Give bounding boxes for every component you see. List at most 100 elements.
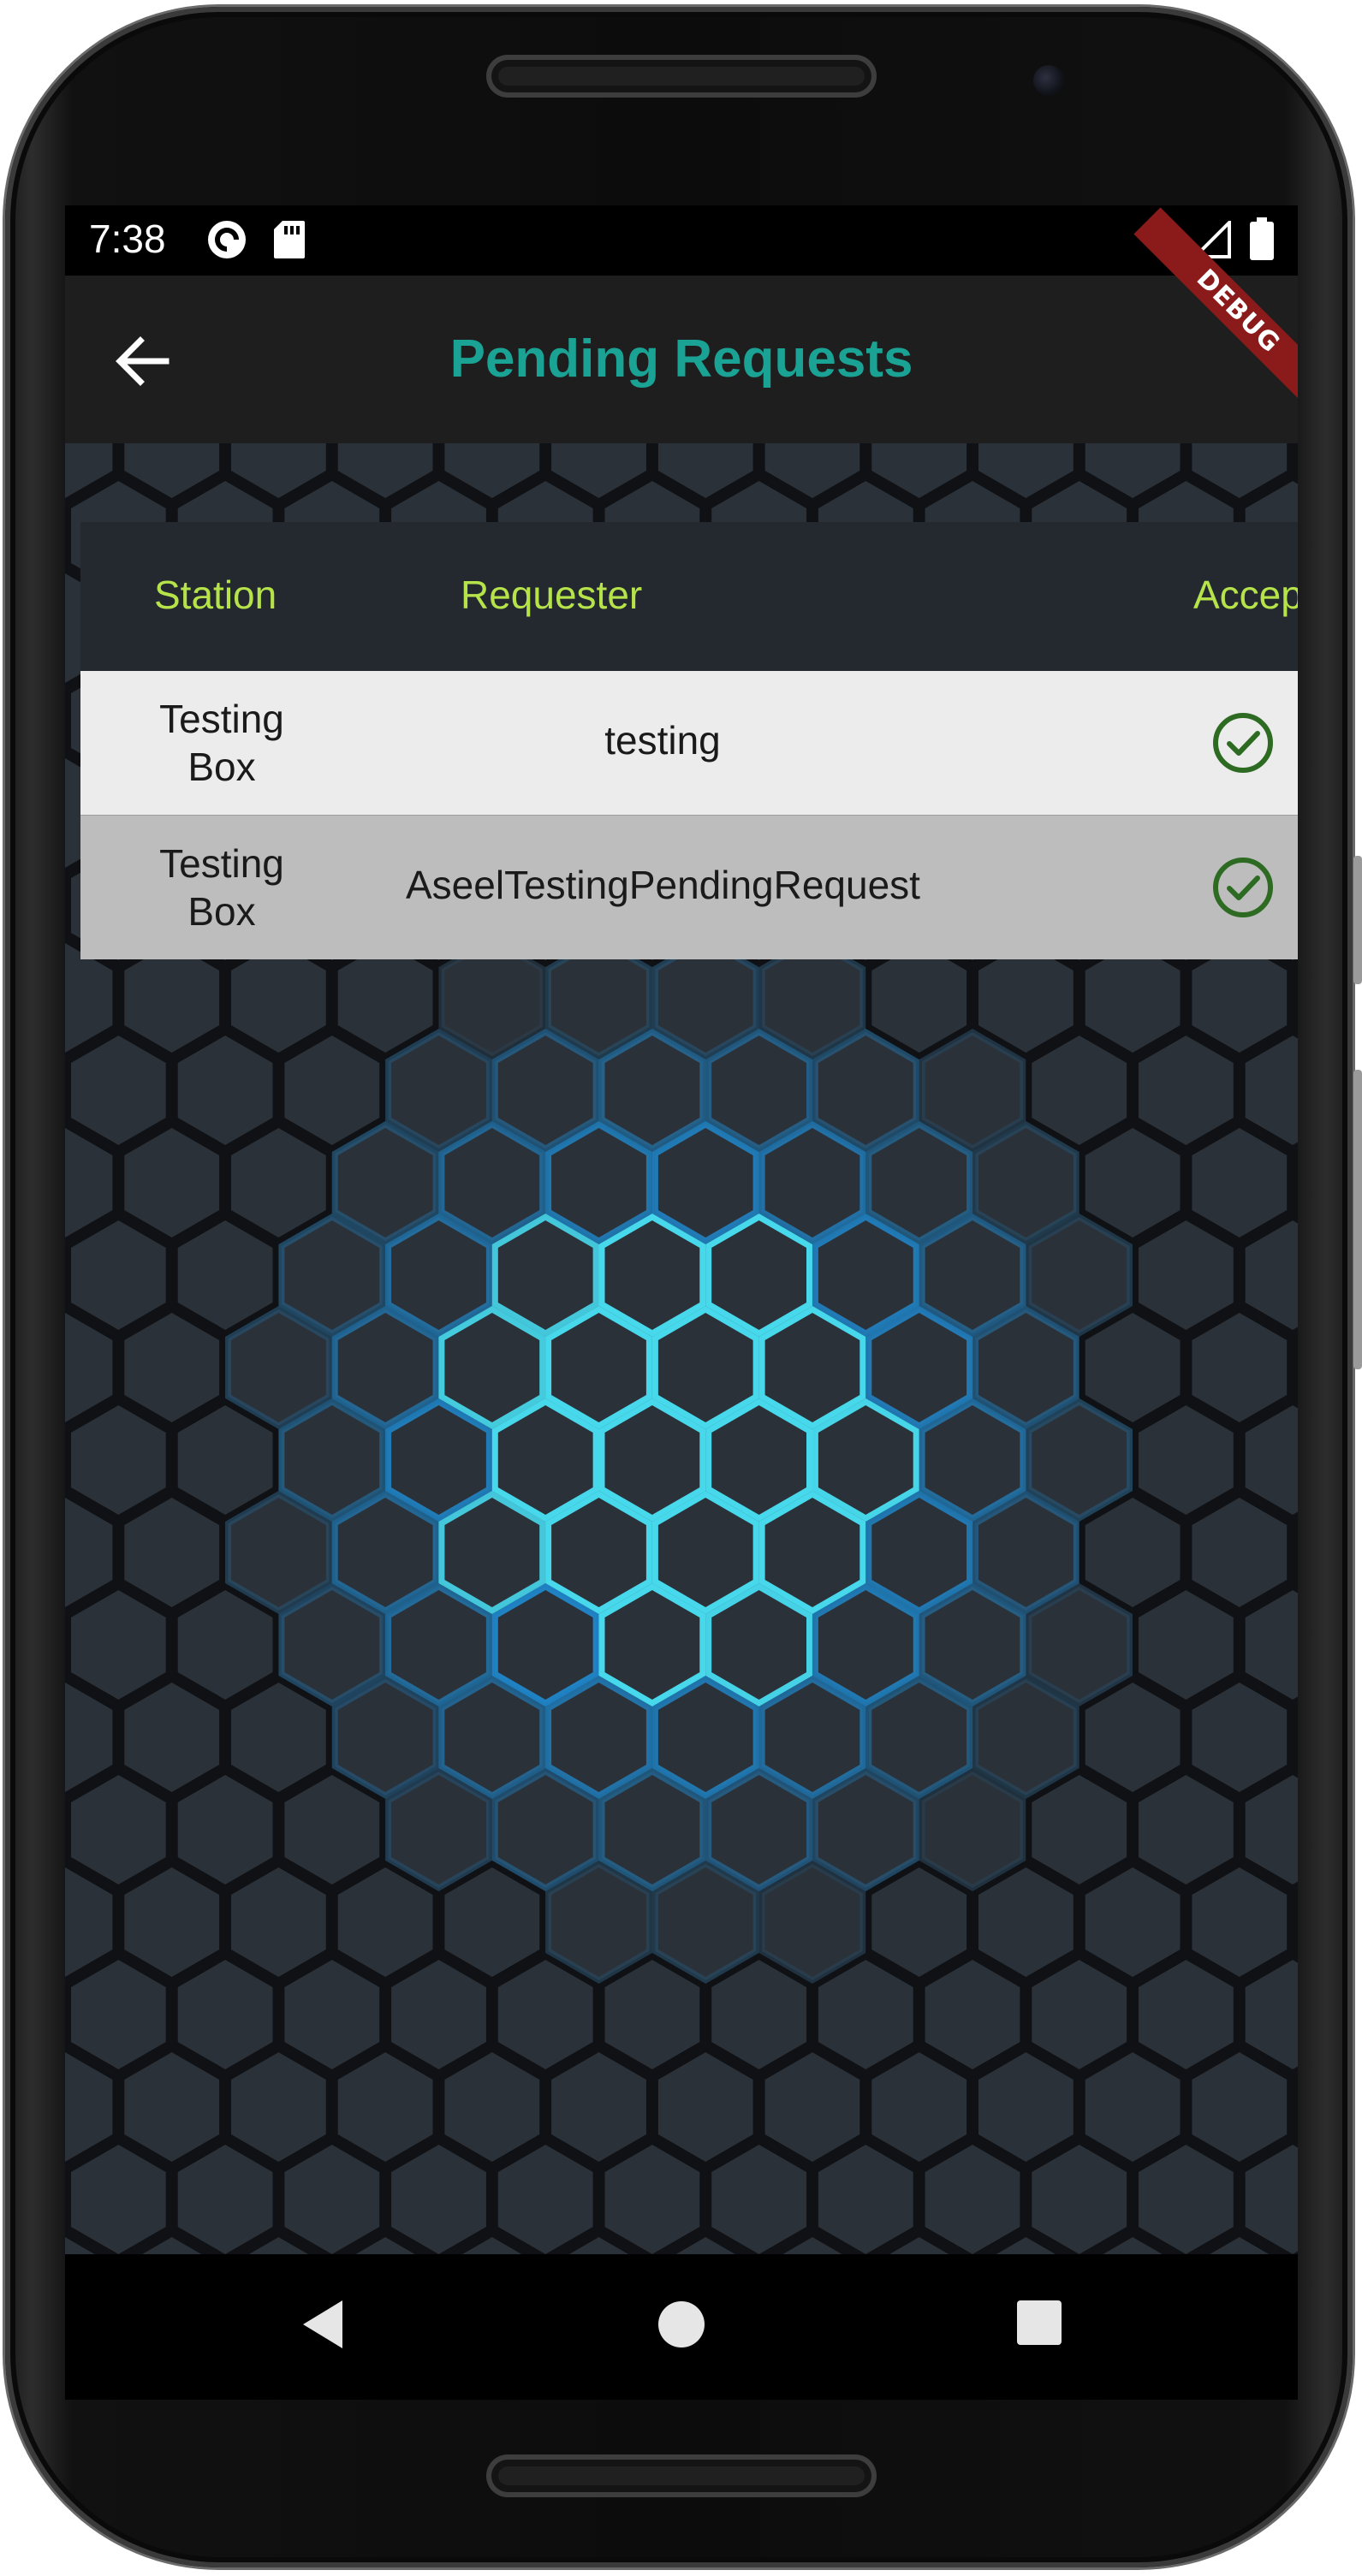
check-circle-icon [1213,713,1273,773]
hexagon-tile [225,1120,332,1245]
hexagon-tile [278,1582,386,1707]
hexagon-tile [118,1490,226,1615]
hexagon-tile [1186,1120,1294,1245]
hexagon-tile [812,1767,919,1892]
hexagon-tile [491,1398,599,1522]
hexagon-tile [331,1120,439,1245]
hexagon-tile [598,1213,706,1338]
station-cell: Testing Box [115,840,329,935]
phone-frame: 7:38 Pending Requests DEBUG Station Requ… [0,0,1362,2576]
hexagon-tile [865,1490,973,1615]
hexagon-tile [1026,1582,1133,1707]
hexagon-tile [385,1952,492,2077]
table-row: Testing Box testing [80,671,1298,815]
hexagon-tile [1079,1675,1187,1800]
hexagon-tile [278,1213,386,1338]
hexagon-tile [705,1398,812,1522]
requester-cell: AseelTestingPendingRequest [406,863,920,907]
hexagon-tile [865,1305,973,1430]
hexagon-tile [491,2137,599,2254]
hexagon-tile [491,1028,599,1153]
hexagon-tile [1079,1490,1187,1615]
station-line-2: Box [187,745,256,789]
hexagon-tile [598,1582,706,1707]
hexagon-tile [438,1305,546,1430]
hexagon-tile [491,1952,599,2077]
status-time: 7:38 [89,217,166,261]
hexagon-tile [385,1213,492,1338]
column-header-requester: Requester [461,573,643,617]
navigation-bar [65,2254,1298,2400]
hexagon-tile [545,1860,652,1985]
home-circle-icon[interactable] [656,2297,707,2352]
hexagon-tile [545,1120,652,1245]
bottom-speaker [486,2454,877,2497]
hexagon-tile [278,1398,386,1522]
hexagon-tile [171,2137,279,2254]
hexagon-tile [1133,1213,1240,1338]
hexagon-tile [65,2137,172,2254]
hexagon-tile [812,1028,919,1153]
hexagon-tile [171,1398,279,1522]
hexagon-tile [225,2045,332,2169]
hexagon-tile [865,1860,973,1985]
hexagon-tile [171,1028,279,1153]
hexagon-tile [1133,1398,1240,1522]
hexagon-tile [919,2137,1026,2254]
hexagon-tile [812,1582,919,1707]
hexagon-tile [385,1398,492,1522]
hexagon-tile [225,1305,332,1430]
hexagon-tile [331,2045,439,2169]
table-header: Station Requester Accept [80,522,1298,671]
recents-square-icon[interactable] [1015,2299,1063,2350]
hexagon-tile [225,1675,332,1800]
hexagon-tile [65,1398,172,1522]
hexagon-tile [598,1952,706,2077]
status-bar: 7:38 [65,205,1298,276]
hexagon-tile [972,1305,1079,1430]
app-bar: Pending Requests DEBUG [65,207,1298,443]
hexagon-tile [705,1213,812,1338]
hexagon-tile [438,1490,546,1615]
hexagon-tile [118,1120,226,1245]
hexagon-tile [1079,1860,1187,1985]
hexagon-tile [65,1582,172,1707]
hexagon-tile [651,1120,759,1245]
hexagon-tile [491,1582,599,1707]
hexagon-tile [331,1305,439,1430]
hexagon-tile [438,1860,546,1985]
requester-cell: testing [604,718,721,763]
hexagon-tile [1186,1490,1294,1615]
top-speaker [486,55,877,98]
column-header-station: Station [154,573,277,617]
hexagon-tile [972,2045,1079,2169]
hexagon-tile [1186,1860,1294,1985]
hexagon-tile [491,1767,599,1892]
pocket-casts-icon [206,219,247,264]
hexagon-tile [65,1767,172,1892]
hexagon-tile [758,1305,866,1430]
station-line-1: Testing [159,697,284,741]
hexagon-tile [1133,1952,1240,2077]
hexagon-tile [1026,1767,1133,1892]
check-circle-icon [1213,858,1273,917]
hexagon-tile [1133,1767,1240,1892]
hexagon-tile [758,1860,866,1985]
accept-button[interactable] [1210,855,1276,920]
accept-button[interactable] [1210,710,1276,775]
hexagon-tile [972,1675,1079,1800]
hexagon-tile [171,1952,279,2077]
hexagon-tile [865,2045,973,2169]
hexagon-tile [225,1490,332,1615]
hexagon-tile [438,2045,546,2169]
hexagon-tile [65,1952,172,2077]
hexagon-tile [1026,1952,1133,2077]
hexagon-tile [598,1767,706,1892]
hexagon-tile [758,1675,866,1800]
back-triangle-icon[interactable] [298,2297,346,2355]
hexagon-tile [812,1213,919,1338]
hexagon-tile [651,1305,759,1430]
hexagon-tile [118,2045,226,2169]
hexagon-tile [1079,1305,1187,1430]
station-line-1: Testing [159,841,284,886]
